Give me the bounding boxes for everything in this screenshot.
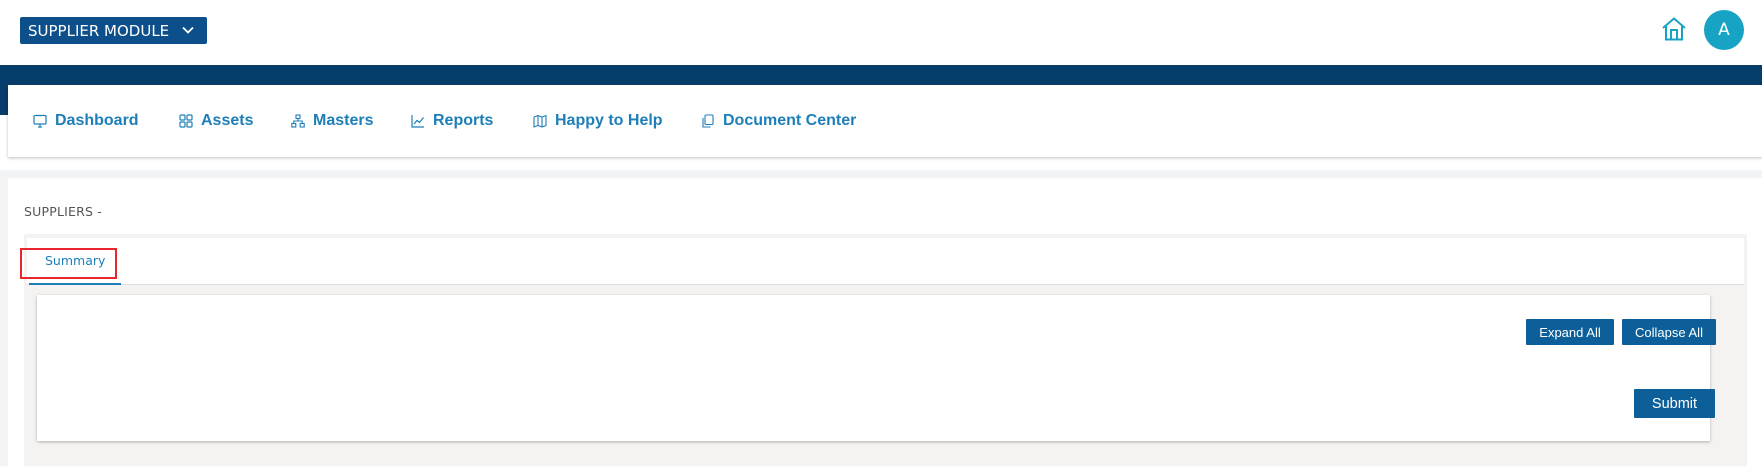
avatar-initial: A bbox=[1718, 20, 1730, 40]
tab-label: Summary bbox=[45, 253, 106, 268]
nav-item-dashboard[interactable]: Dashboard bbox=[33, 111, 139, 131]
tab-summary[interactable]: Summary bbox=[29, 238, 121, 285]
monitor-icon bbox=[33, 114, 47, 128]
nav-item-label: Document Center bbox=[723, 112, 857, 129]
chevron-down-icon bbox=[182, 26, 194, 34]
grid-icon bbox=[179, 114, 193, 128]
nav-item-label: Dashboard bbox=[55, 112, 139, 129]
page-title: SUPPLIERS - bbox=[24, 204, 103, 219]
nav-item-label: Reports bbox=[433, 112, 494, 129]
header-banner bbox=[0, 65, 1762, 85]
line-chart-icon bbox=[411, 115, 424, 128]
top-bar: SUPPLIER MODULE A bbox=[0, 0, 1762, 65]
nav-item-masters[interactable]: Masters bbox=[291, 111, 373, 131]
nav-item-label: Masters bbox=[313, 112, 374, 129]
nav-item-document-center[interactable]: Document Center bbox=[701, 111, 856, 131]
main-nav: Dashboard Assets Masters Reports Happy t… bbox=[8, 85, 1762, 157]
module-selector-value: SUPPLIER MODULE bbox=[28, 21, 170, 40]
tab-bar bbox=[27, 238, 1744, 285]
nav-item-happy-to-help[interactable]: Happy to Help bbox=[533, 111, 663, 131]
summary-card bbox=[37, 295, 1710, 441]
nav-item-assets[interactable]: Assets bbox=[179, 111, 253, 131]
nav-item-reports[interactable]: Reports bbox=[411, 111, 493, 131]
nav-item-label: Happy to Help bbox=[555, 112, 663, 129]
home-icon[interactable] bbox=[1660, 15, 1688, 43]
map-icon bbox=[533, 114, 547, 128]
collapse-all-button[interactable]: Collapse All bbox=[1622, 319, 1716, 345]
module-selector[interactable]: SUPPLIER MODULE bbox=[20, 17, 207, 44]
expand-all-button[interactable]: Expand All bbox=[1526, 319, 1614, 345]
sitemap-icon bbox=[291, 114, 305, 128]
copy-icon bbox=[702, 114, 714, 128]
submit-button[interactable]: Submit bbox=[1634, 389, 1715, 418]
nav-item-label: Assets bbox=[201, 112, 254, 129]
avatar[interactable]: A bbox=[1704, 10, 1744, 50]
header-banner-edge bbox=[0, 85, 8, 115]
